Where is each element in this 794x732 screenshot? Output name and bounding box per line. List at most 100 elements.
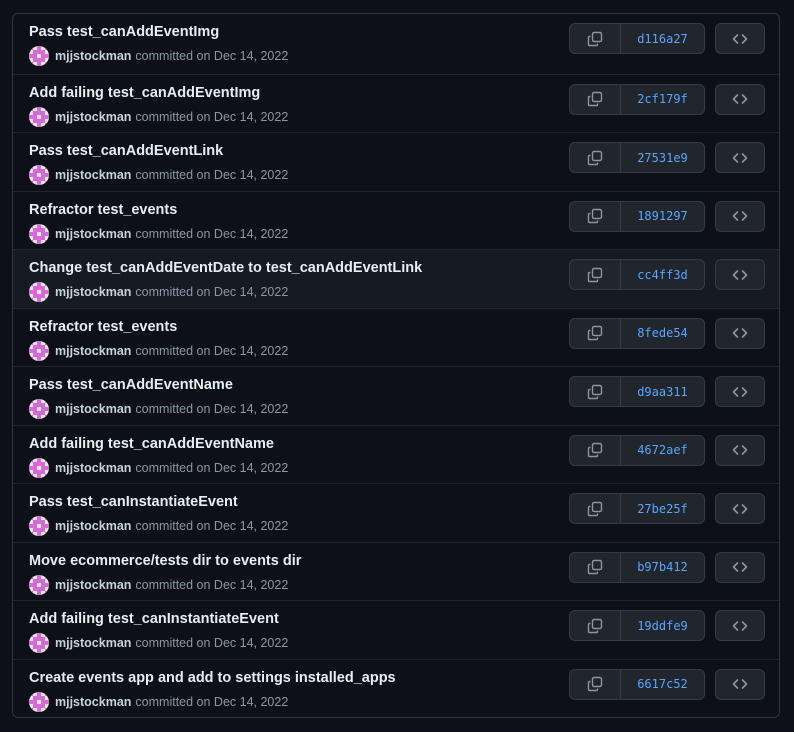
avatar[interactable] — [29, 46, 49, 66]
commit-row: Pass test_canInstantiateEvent mjjstockma… — [13, 483, 779, 542]
avatar[interactable] — [29, 282, 49, 302]
commit-author[interactable]: mjjstockman — [55, 695, 131, 709]
code-icon — [732, 676, 748, 692]
commit-sha-link[interactable]: 2cf179f — [621, 85, 704, 114]
commit-author[interactable]: mjjstockman — [55, 519, 131, 533]
avatar[interactable] — [29, 457, 49, 478]
commit-author[interactable]: mjjstockman — [55, 168, 131, 182]
commit-title[interactable]: Add failing test_canAddEventName — [29, 436, 274, 452]
avatar[interactable] — [29, 574, 49, 595]
commit-title[interactable]: Refractor test_events — [29, 202, 177, 218]
copy-sha-button[interactable] — [570, 24, 621, 53]
commit-author[interactable]: mjjstockman — [55, 402, 131, 416]
browse-repository-button[interactable] — [715, 23, 765, 54]
commit-title[interactable]: Add failing test_canInstantiateEvent — [29, 611, 279, 627]
commit-row: Refractor test_events mjjstockman commit… — [13, 190, 779, 250]
code-icon — [732, 384, 748, 400]
copy-sha-button[interactable] — [570, 494, 621, 523]
commit-title[interactable]: Change test_canAddEventDate to test_canA… — [29, 260, 422, 276]
copy-sha-button[interactable] — [570, 669, 621, 699]
commit-author[interactable]: mjjstockman — [55, 227, 131, 241]
sha-button-group: 27531e9 — [569, 142, 705, 173]
commit-author[interactable]: mjjstockman — [55, 110, 131, 124]
copy-sha-button[interactable] — [570, 143, 621, 172]
sha-button-group: 1891297 — [569, 200, 705, 232]
copy-icon — [587, 676, 603, 692]
browse-repository-button[interactable] — [715, 142, 765, 173]
commit-sha-link[interactable]: 27be25f — [621, 494, 704, 523]
commit-row: Add failing test_canAddEventImg mjjstock… — [13, 73, 779, 133]
avatar[interactable] — [29, 106, 49, 127]
copy-sha-button[interactable] — [570, 611, 621, 640]
commit-author[interactable]: mjjstockman — [55, 578, 131, 592]
commit-sha-link[interactable]: b97b412 — [621, 553, 704, 582]
avatar[interactable] — [29, 516, 49, 536]
commit-author[interactable]: mjjstockman — [55, 636, 131, 650]
copy-sha-button[interactable] — [570, 318, 621, 348]
copy-sha-button[interactable] — [570, 552, 621, 582]
commit-row: Pass test_canAddEventName mjjstockman co… — [13, 366, 779, 425]
sha-button-group: d9aa311 — [569, 376, 705, 407]
commit-author[interactable]: mjjstockman — [55, 49, 131, 63]
browse-repository-button[interactable] — [715, 259, 765, 290]
avatar[interactable] — [29, 340, 49, 361]
commit-author[interactable]: mjjstockman — [55, 285, 131, 299]
commit-date: committed on Dec 14, 2022 — [135, 402, 289, 416]
commit-row: Add failing test_canInstantiateEvent mjj… — [13, 600, 779, 659]
commit-meta: mjjstockman committed on Dec 14, 2022 — [29, 223, 288, 244]
commit-row: Refractor test_events mjjstockman commit… — [13, 307, 779, 367]
avatar[interactable] — [29, 633, 49, 653]
copy-icon — [587, 501, 603, 517]
copy-icon — [587, 559, 603, 575]
browse-repository-button[interactable] — [715, 83, 765, 115]
avatar[interactable] — [29, 399, 49, 419]
commit-title[interactable]: Add failing test_canAddEventImg — [29, 85, 260, 101]
commit-title[interactable]: Create events app and add to settings in… — [29, 670, 396, 686]
copy-sha-button[interactable] — [570, 201, 621, 231]
commit-sha-link[interactable]: 27531e9 — [621, 143, 704, 172]
browse-repository-button[interactable] — [715, 434, 765, 466]
commit-row: Add failing test_canAddEventName mjjstoc… — [13, 424, 779, 484]
commit-date: committed on Dec 14, 2022 — [135, 343, 289, 358]
copy-sha-button[interactable] — [570, 435, 621, 465]
code-icon — [732, 150, 748, 166]
avatar[interactable] — [29, 165, 49, 185]
commit-sha-link[interactable]: d9aa311 — [621, 377, 704, 406]
copy-sha-button[interactable] — [570, 84, 621, 114]
commit-title[interactable]: Refractor test_events — [29, 319, 177, 335]
commit-meta: mjjstockman committed on Dec 14, 2022 — [29, 457, 288, 478]
commit-date: committed on Dec 14, 2022 — [135, 285, 289, 299]
commit-row: Change test_canAddEventDate to test_canA… — [13, 249, 779, 308]
copy-sha-button[interactable] — [570, 377, 621, 406]
copy-sha-button[interactable] — [570, 260, 621, 289]
commit-author[interactable]: mjjstockman — [55, 461, 131, 475]
commit-date: committed on Dec 14, 2022 — [135, 694, 289, 709]
commit-title[interactable]: Pass test_canAddEventName — [29, 377, 233, 393]
browse-repository-button[interactable] — [715, 610, 765, 641]
code-icon — [732, 559, 748, 575]
code-icon — [732, 501, 748, 517]
commit-title[interactable]: Move ecommerce/tests dir to events dir — [29, 553, 301, 569]
copy-icon — [587, 442, 603, 458]
browse-repository-button[interactable] — [715, 376, 765, 407]
commit-meta: mjjstockman committed on Dec 14, 2022 — [29, 633, 288, 653]
commit-sha-link[interactable]: 1891297 — [621, 202, 704, 231]
commit-title[interactable]: Pass test_canAddEventImg — [29, 24, 219, 40]
commit-sha-link[interactable]: 19ddfe9 — [621, 611, 704, 640]
browse-repository-button[interactable] — [715, 317, 765, 349]
avatar[interactable] — [29, 691, 49, 712]
browse-repository-button[interactable] — [715, 551, 765, 583]
commit-title[interactable]: Pass test_canInstantiateEvent — [29, 494, 238, 510]
avatar[interactable] — [29, 223, 49, 244]
commit-sha-link[interactable]: 6617c52 — [621, 670, 704, 699]
commit-sha-link[interactable]: 8fede54 — [621, 319, 704, 348]
commit-sha-link[interactable]: d116a27 — [621, 24, 704, 53]
commit-author[interactable]: mjjstockman — [55, 344, 131, 358]
commit-title[interactable]: Pass test_canAddEventLink — [29, 143, 223, 159]
copy-icon — [587, 208, 603, 224]
browse-repository-button[interactable] — [715, 668, 765, 700]
commit-sha-link[interactable]: 4672aef — [621, 436, 704, 465]
commit-sha-link[interactable]: cc4ff3d — [621, 260, 704, 289]
browse-repository-button[interactable] — [715, 493, 765, 524]
browse-repository-button[interactable] — [715, 200, 765, 232]
